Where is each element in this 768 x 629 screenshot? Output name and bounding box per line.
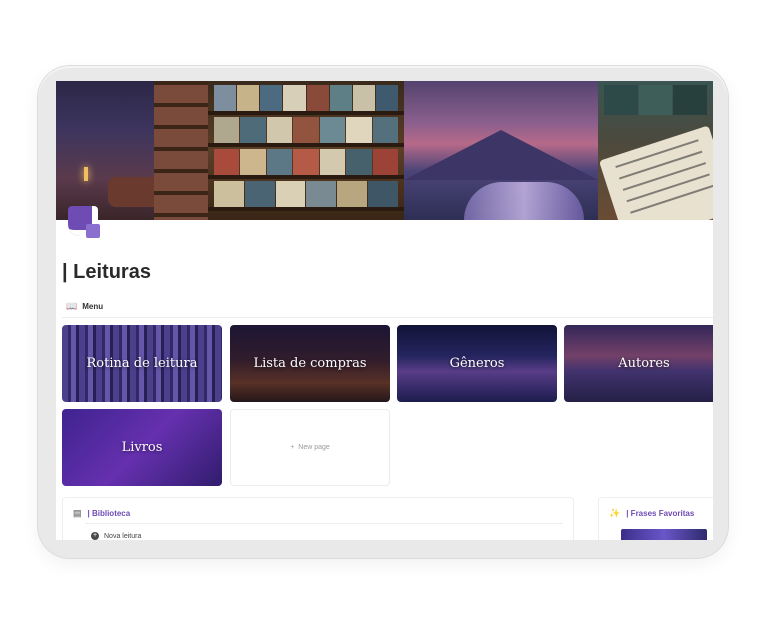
divider: [62, 317, 713, 318]
cover-bookshelf: [208, 81, 404, 220]
cover-open-book: [598, 81, 713, 220]
book-icon: 📖: [66, 301, 78, 311]
new-page-label: New page: [298, 444, 330, 451]
frases-header[interactable]: ✨ | Frases Favoritas: [609, 508, 694, 519]
divider: [85, 523, 563, 524]
gallery-card-autores[interactable]: Autores: [564, 325, 713, 402]
page-title: | Leituras: [62, 261, 151, 283]
frases-title: | Frases Favoritas: [626, 509, 695, 518]
biblioteca-panel: ▤ | Biblioteca + Nova leitura: [62, 497, 574, 540]
menu-label: Menu: [82, 302, 104, 311]
page-icon[interactable]: [68, 206, 100, 238]
notion-page: | Leituras 📖 Menu Rotina de leitura List…: [56, 81, 713, 540]
gallery-card-lista-de-compras[interactable]: Lista de compras: [230, 325, 390, 402]
sparkles-icon: ✨: [609, 508, 621, 518]
biblioteca-header[interactable]: ▤ | Biblioteca: [73, 508, 130, 519]
plus-icon: +: [290, 444, 295, 451]
nova-leitura-button[interactable]: + Nova leitura: [91, 532, 141, 540]
gallery-card-rotina-de-leitura[interactable]: Rotina de leitura: [62, 325, 222, 402]
card-label: Autores: [618, 355, 670, 371]
card-label: Lista de compras: [253, 355, 367, 371]
card-label: Livros: [121, 439, 163, 455]
new-page-button[interactable]: + New page: [230, 409, 390, 486]
cover-landscape: [404, 81, 598, 220]
card-label: Gêneros: [449, 355, 505, 371]
cover-image: [56, 81, 713, 220]
card-label: Rotina de leitura: [86, 355, 198, 371]
frases-thumbnail[interactable]: [621, 529, 707, 540]
nova-leitura-label: Nova leitura: [104, 532, 142, 540]
biblioteca-title: | Biblioteca: [87, 509, 131, 518]
gallery-card-generos[interactable]: Gêneros: [397, 325, 557, 402]
gallery-card-livros[interactable]: Livros: [62, 409, 222, 486]
cover-cozy-room: [56, 81, 208, 220]
plus-circle-icon: +: [91, 532, 99, 540]
frases-panel: ✨ | Frases Favoritas: [598, 497, 713, 540]
books-icon: ▤: [73, 508, 82, 518]
menu-tab[interactable]: 📖 Menu: [66, 301, 103, 312]
